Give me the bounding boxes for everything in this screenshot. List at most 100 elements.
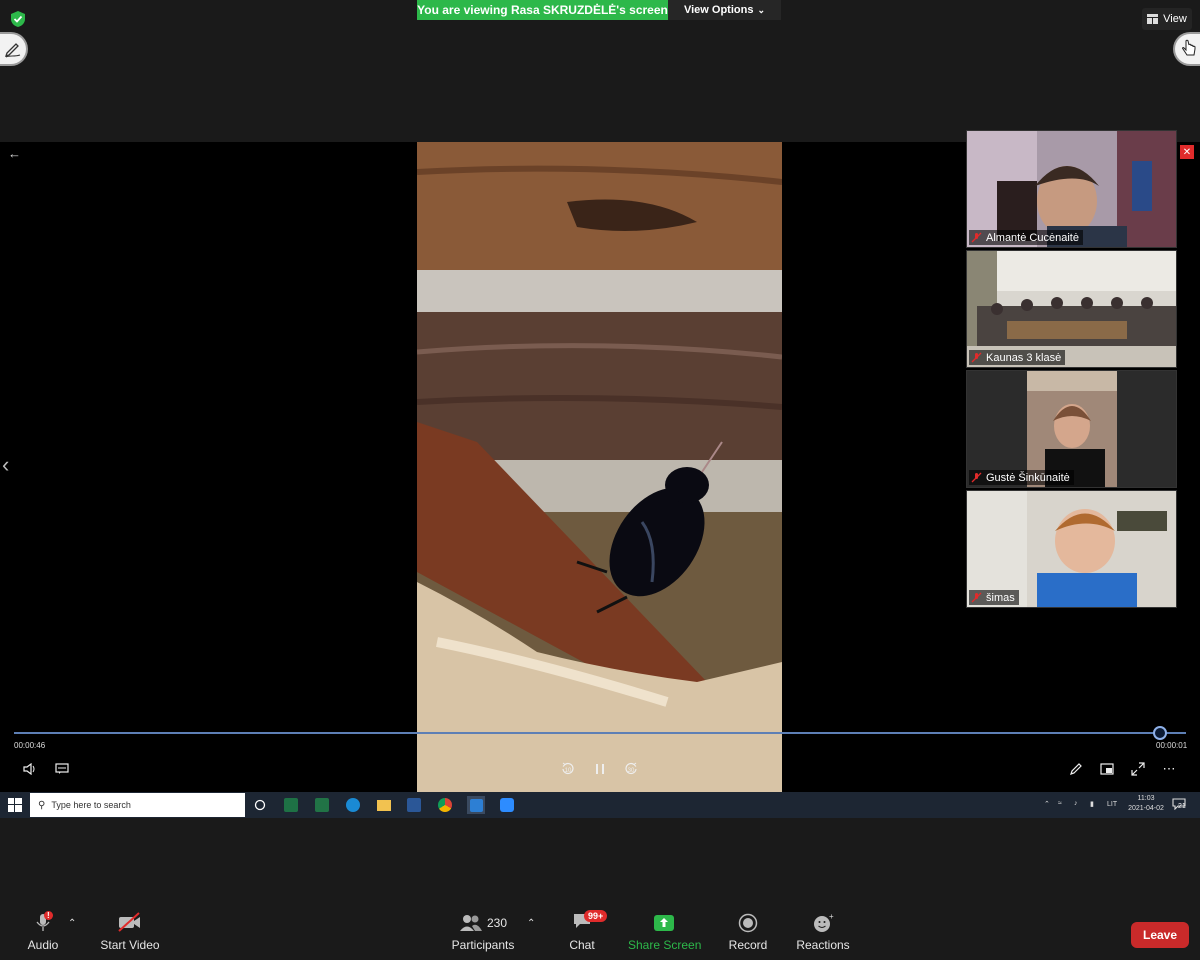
zoom-meeting-window: You are viewing Rasa SKRUZDĖLĖ's screen …	[0, 0, 1200, 960]
leave-meeting-button[interactable]: Leave	[1131, 922, 1189, 948]
reactions-button[interactable]: + Reactions	[795, 912, 851, 952]
volume-icon[interactable]	[18, 759, 42, 779]
participant-name: Gustė Šinkūnaitė	[986, 471, 1070, 484]
excel-online-icon[interactable]	[282, 796, 300, 814]
security-shield-icon[interactable]	[10, 10, 26, 28]
participant-name: Kaunas 3 klasė	[986, 351, 1062, 364]
chat-button[interactable]: 99+ Chat	[562, 910, 608, 952]
windows-start-icon[interactable]	[8, 798, 22, 817]
time-elapsed: 00:00:46	[14, 741, 46, 750]
participant-name: Almantė Cucėnaitė	[986, 231, 1079, 244]
participant-name: šimas	[986, 591, 1015, 604]
seek-bar[interactable]	[14, 732, 1186, 734]
hand-pointer-icon	[1182, 39, 1196, 56]
more-options-icon[interactable]: ⋯	[1157, 759, 1181, 779]
seek-handle[interactable]	[1153, 726, 1168, 740]
start-video-button[interactable]: Start Video	[98, 912, 162, 952]
pause-button[interactable]	[588, 759, 612, 779]
pause-icon	[596, 764, 604, 774]
share-screen-icon	[654, 915, 674, 931]
chat-unread-badge: 99+	[584, 910, 608, 922]
start-video-label: Start Video	[100, 938, 160, 952]
participant-name-tag: Almantė Cucėnaitė	[969, 230, 1083, 245]
forward-label: 30	[628, 768, 635, 774]
fullscreen-icon[interactable]	[1126, 759, 1150, 779]
audio-alert-badge: !	[44, 911, 53, 920]
participants-label: Participants	[451, 938, 515, 952]
search-icon: ⚲	[38, 799, 46, 811]
audio-options-caret-icon[interactable]: ⌃	[68, 918, 76, 929]
participants-count: 230	[486, 916, 508, 930]
captions-icon[interactable]	[50, 759, 74, 779]
reactions-smiley-icon: +	[814, 913, 834, 932]
annotate-button[interactable]	[0, 32, 28, 66]
rewind-10-button[interactable]: 10	[556, 759, 580, 779]
network-icon[interactable]: ≈	[1058, 800, 1062, 807]
clock-time: 11:03	[1137, 795, 1155, 802]
tray-chevron-up-icon[interactable]: ⌃	[1044, 800, 1050, 808]
clock-date: 2021-04-02	[1128, 805, 1164, 812]
time-remaining: 00:00:01	[1156, 741, 1188, 750]
viewing-screen-banner: You are viewing Rasa SKRUZDĖLĖ's screen	[417, 0, 668, 20]
taskbar-search-box[interactable]: ⚲ Type here to search	[30, 793, 245, 817]
mini-player-icon[interactable]	[1095, 759, 1119, 779]
reactions-label: Reactions	[796, 938, 850, 952]
chrome-icon[interactable]	[436, 796, 454, 814]
volume-tray-icon[interactable]: ♪	[1074, 800, 1078, 807]
muted-mic-icon	[971, 592, 982, 603]
notification-count: 21	[1178, 803, 1186, 810]
participant-tile[interactable]: šimas	[966, 490, 1177, 608]
muted-mic-icon	[971, 472, 982, 483]
view-button[interactable]: View	[1142, 8, 1192, 30]
word-icon[interactable]	[405, 796, 423, 814]
remote-control-button[interactable]	[1173, 32, 1200, 66]
participant-name-tag: Kaunas 3 klasė	[969, 350, 1066, 365]
edit-pencil-icon[interactable]	[1064, 759, 1088, 779]
language-indicator[interactable]: LIT	[1107, 801, 1117, 808]
beetle-video-frame	[417, 142, 782, 792]
record-label: Record	[728, 938, 768, 952]
participant-tile[interactable]: Gustė Šinkūnaitė	[966, 370, 1177, 488]
video-off-icon	[118, 912, 140, 932]
zoom-app-icon[interactable]	[498, 796, 516, 814]
participant-tile[interactable]: Kaunas 3 klasė	[966, 250, 1177, 368]
audio-label: Audio	[27, 938, 59, 952]
record-icon	[738, 913, 758, 933]
forward-30-button[interactable]: 30	[619, 759, 643, 779]
edge-browser-icon[interactable]	[344, 796, 362, 814]
notification-center-icon[interactable]: 21	[1172, 797, 1190, 813]
beetle-video	[417, 142, 782, 792]
participants-button[interactable]: 230 Participants	[450, 912, 516, 952]
pen-icon	[4, 43, 21, 58]
svg-text:+: +	[829, 913, 834, 921]
grid-view-icon	[1147, 14, 1159, 24]
muted-mic-icon	[971, 232, 982, 243]
participants-icon	[459, 915, 482, 931]
battery-icon[interactable]: ▮	[1090, 800, 1094, 808]
rewind-label: 10	[565, 768, 572, 774]
share-screen-label: Share Screen	[628, 938, 702, 952]
view-label: View	[1163, 13, 1187, 25]
chat-label: Chat	[569, 938, 595, 952]
whiteboard-app-icon[interactable]	[467, 796, 485, 814]
search-placeholder: Type here to search	[51, 800, 131, 810]
previous-chevron-icon[interactable]: ‹	[2, 452, 9, 478]
muted-mic-icon	[971, 352, 982, 363]
back-arrow-icon[interactable]: ←	[8, 146, 21, 161]
participant-name-tag: šimas	[969, 590, 1019, 605]
participant-name-tag: Gustė Šinkūnaitė	[969, 470, 1074, 485]
taskbar-clock[interactable]: 11:03 2021-04-02	[1128, 795, 1164, 812]
participants-caret-icon[interactable]: ⌃	[527, 918, 535, 929]
excel-icon[interactable]	[313, 796, 331, 814]
chevron-down-icon: ⌄	[757, 4, 766, 15]
record-button[interactable]: Record	[727, 912, 769, 952]
windows-taskbar: ⚲ Type here to search ⌃ ≈ ♪ ▮ LIT 11:03 …	[0, 792, 1200, 818]
participant-tile[interactable]: Almantė Cucėnaitė	[966, 130, 1177, 248]
share-screen-button[interactable]: Share Screen	[628, 912, 702, 952]
file-explorer-icon[interactable]	[375, 796, 393, 814]
close-gallery-icon[interactable]: ✕	[1180, 145, 1194, 159]
view-options-dropdown[interactable]: View Options ⌄	[668, 0, 781, 20]
task-view-icon[interactable]	[251, 796, 269, 814]
view-options-label: View Options	[683, 4, 754, 16]
audio-button[interactable]: ! Audio	[22, 911, 64, 952]
